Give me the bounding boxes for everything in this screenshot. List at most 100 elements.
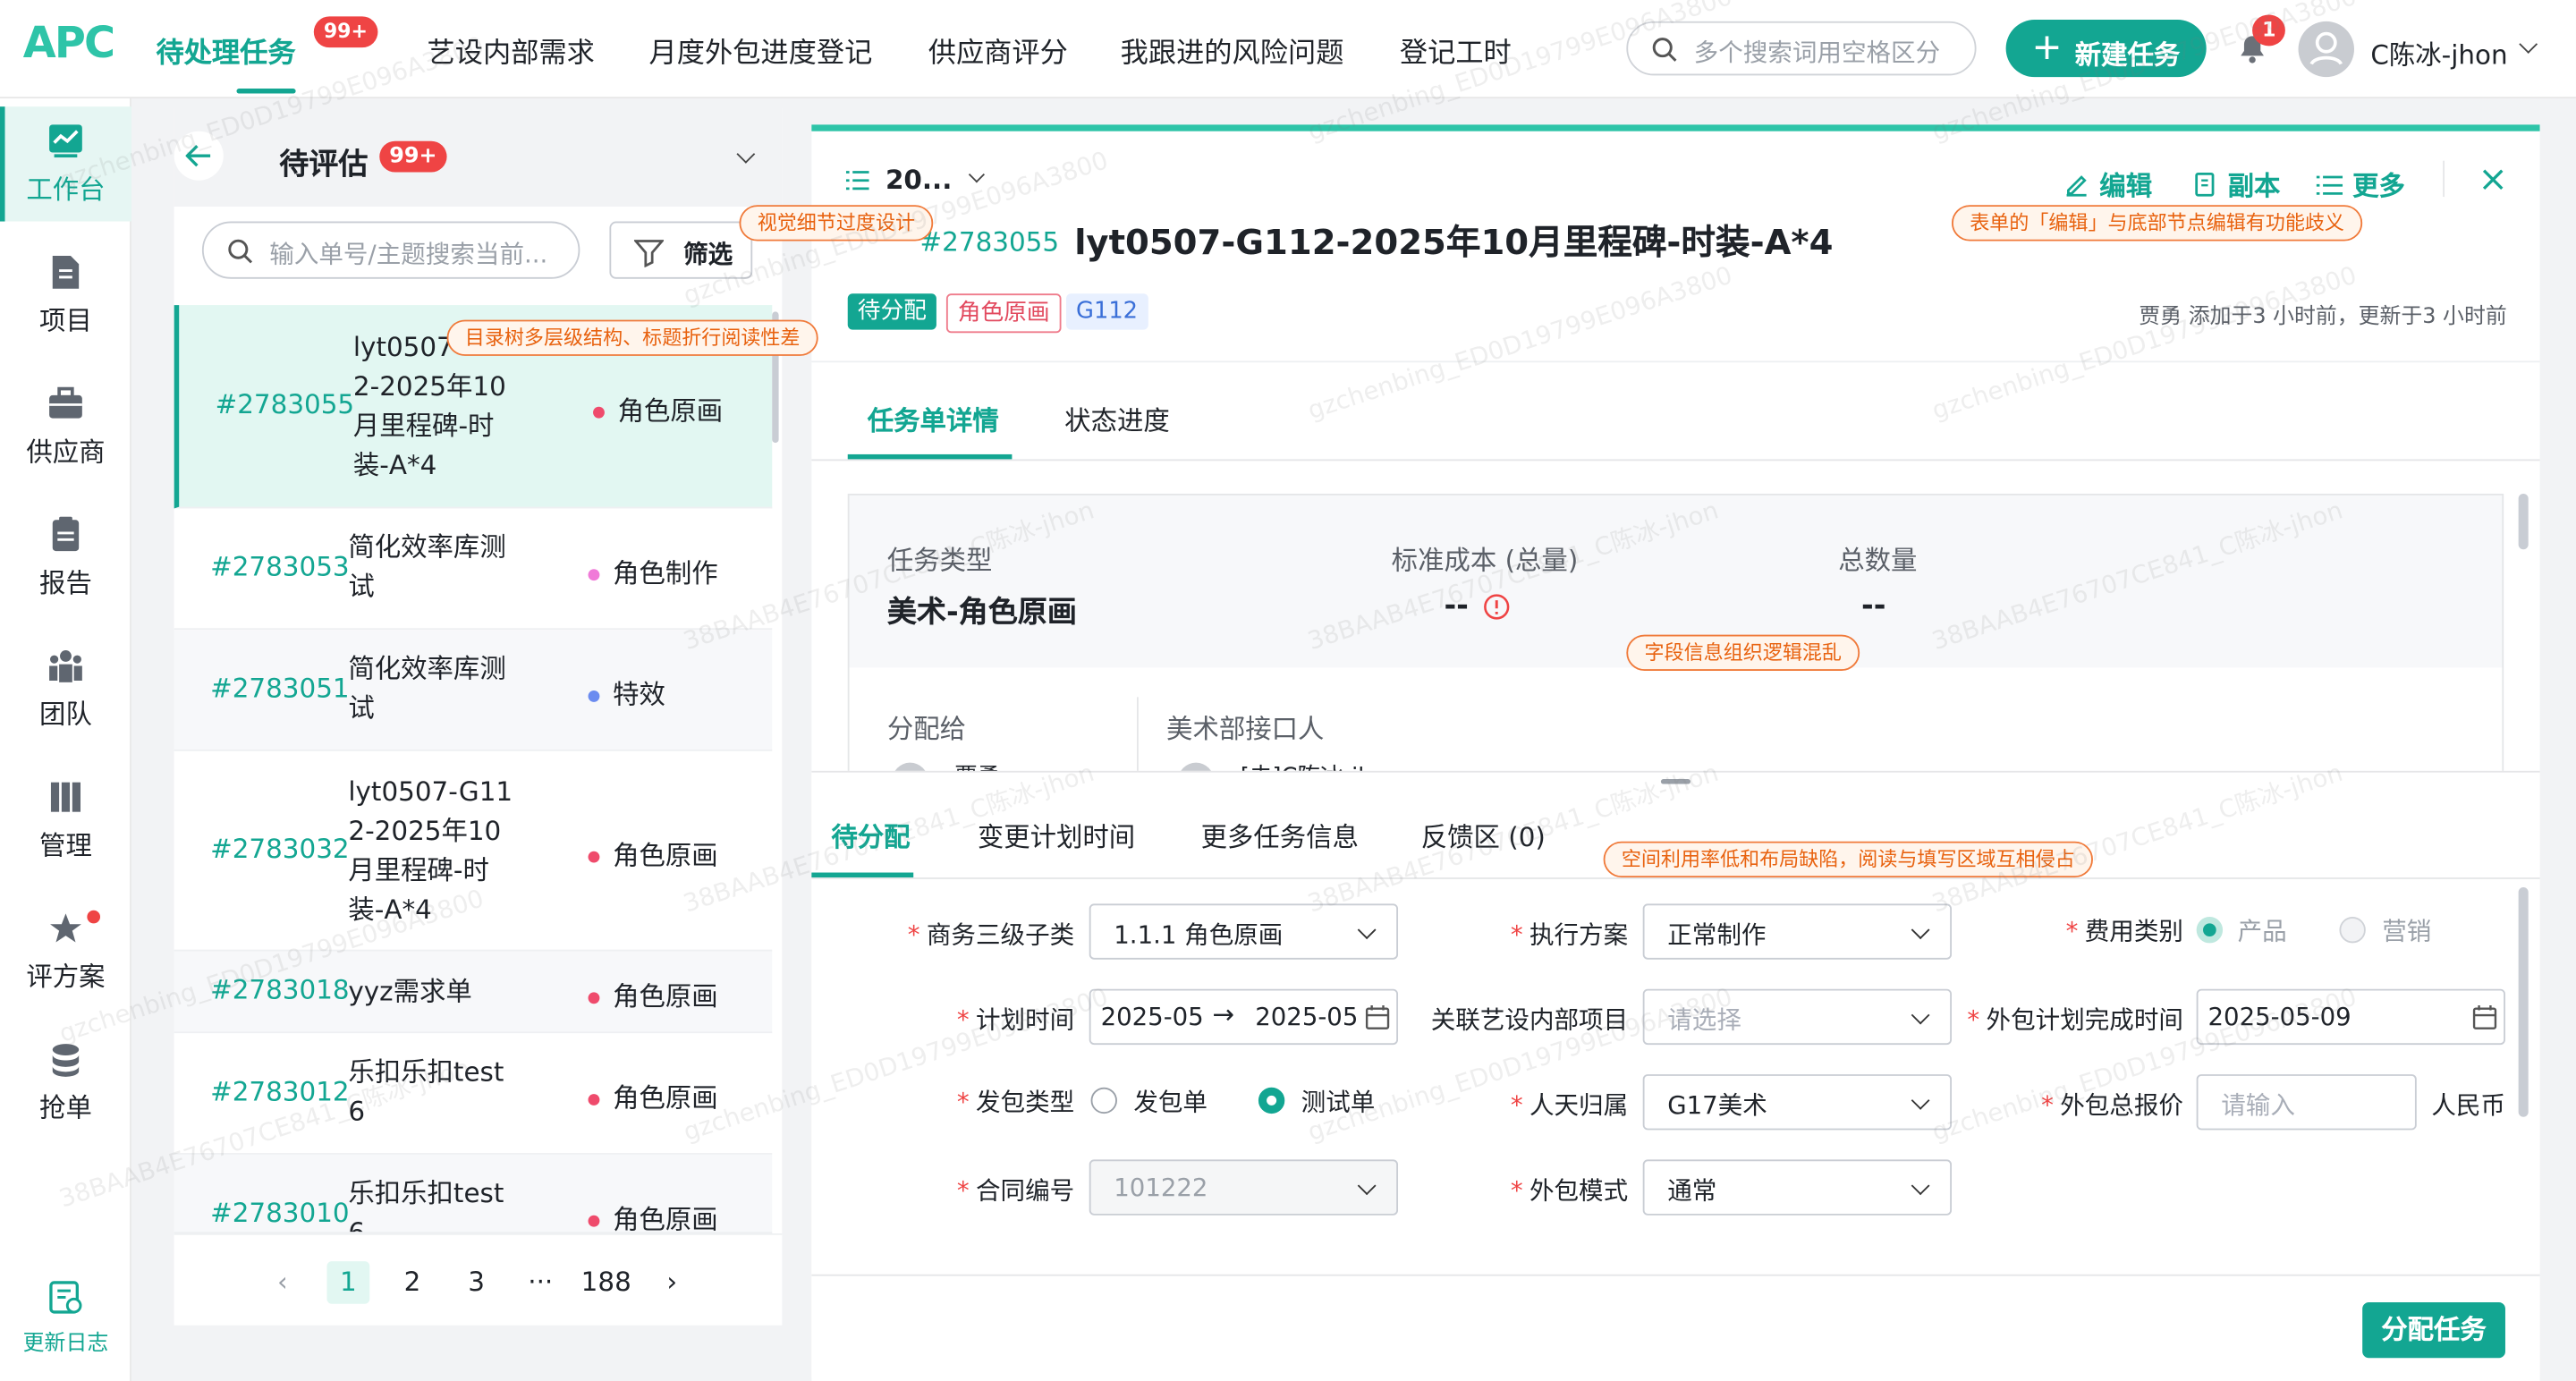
app-root: APC 待处理任务 99+ 艺设内部需求 月度外包进度登记 供应商评分 我跟进的…	[0, 0, 2576, 1381]
sidebar-item-rate-plan[interactable]: 评方案	[0, 894, 131, 1008]
task-detail-panel: 20... 编辑 副本 更多 #2783055 lyt0507-G112-202…	[811, 124, 2540, 1381]
project-select[interactable]: 请选择	[1642, 988, 1952, 1046]
plan-select[interactable]: 正常制作	[1642, 903, 1952, 960]
next-page-button[interactable]: ›	[650, 1261, 693, 1304]
sidebar-item-workbench[interactable]: 工作台	[0, 106, 131, 222]
field-label: * 外包总报价	[2041, 1090, 2183, 1121]
field-label: * 计划时间	[956, 1005, 1075, 1036]
subtab-change-plan-time[interactable]: 变更计划时间	[978, 815, 1135, 854]
filter-button[interactable]: 筛选	[609, 221, 753, 279]
list-icon	[845, 171, 869, 191]
resize-handle[interactable]	[1660, 779, 1690, 784]
quote-input[interactable]: 请输入	[2196, 1074, 2417, 1131]
chevron-down-icon	[1911, 1005, 1930, 1025]
subtab-pending-assign[interactable]: 待分配	[831, 815, 910, 854]
assign-section: 分配给 美术部接口人 贾勇 [未]C陈冰-jhon	[849, 667, 2503, 778]
page-button[interactable]: 3	[455, 1261, 498, 1304]
fee-product-radio[interactable]	[2196, 917, 2224, 944]
nav-internal-demands[interactable]: 艺设内部需求	[428, 30, 595, 71]
page-ellipsis[interactable]: ···	[519, 1261, 562, 1304]
books-icon	[50, 782, 80, 812]
subtab-more-info[interactable]: 更多任务信息	[1201, 815, 1359, 854]
sidebar-item-team[interactable]: 团队	[0, 631, 131, 746]
task-id: #2783053	[210, 551, 350, 582]
database-icon	[52, 1044, 80, 1077]
list-item[interactable]: #2783012 乐扣乐扣test 6 角色原画	[174, 1033, 773, 1155]
more-button[interactable]: 更多	[2316, 164, 2405, 203]
list-item[interactable]: #2783053 简化效率库测 试 角色制作	[174, 508, 773, 631]
nav-active-indicator	[236, 89, 296, 94]
task-title: 简化效率库测 试	[348, 652, 506, 724]
assign-task-button[interactable]: 分配任务	[2362, 1301, 2505, 1359]
list-search-input[interactable]: 输入单号/主题搜索当前...	[201, 221, 580, 279]
page-button[interactable]: 2	[391, 1261, 434, 1304]
user-icon	[2309, 31, 2343, 65]
contract-no-select[interactable]: 101222	[1089, 1159, 1399, 1216]
toolbar-divider	[2443, 160, 2445, 198]
field-label: * 人天归属	[1510, 1090, 1629, 1121]
rate-plan-dot	[87, 910, 101, 924]
global-search[interactable]: 多个搜索词用空格区分	[1626, 21, 1977, 76]
field-label: * 合同编号	[956, 1175, 1075, 1206]
day-owner-select[interactable]: G17美术	[1642, 1074, 1952, 1131]
team-icon	[49, 650, 82, 682]
sidebar-item-grab-orders[interactable]: 抢单	[0, 1025, 131, 1140]
prev-page-button[interactable]: ‹	[261, 1261, 304, 1304]
breadcrumb-chevron-icon[interactable]	[968, 166, 986, 183]
nav-pending-tasks[interactable]: 待处理任务	[156, 30, 295, 71]
sidebar-label: 抢单	[39, 1092, 92, 1124]
list-item[interactable]: #2783051 简化效率库测 试 特效	[174, 630, 773, 751]
close-icon[interactable]	[2482, 169, 2504, 191]
category-dot	[588, 851, 600, 863]
subtab-feedback[interactable]: 反馈区 (0)	[1421, 815, 1546, 854]
plan-date-range[interactable]: 2025-05 → 2025-05	[1089, 988, 1399, 1046]
list-collapse-chevron-icon[interactable]	[736, 144, 756, 164]
task-title: 乐扣乐扣test 6	[348, 1177, 504, 1233]
report-icon	[52, 516, 80, 552]
list-item[interactable]: #2783010 乐扣乐扣test 6 角色原画	[174, 1154, 773, 1233]
copy-button[interactable]: 副本	[2191, 164, 2280, 203]
page-button[interactable]: 1	[326, 1261, 370, 1304]
breadcrumb[interactable]: 20...	[886, 164, 952, 195]
tab-task-detail[interactable]: 任务单详情	[868, 399, 999, 438]
field-label: * 外包计划完成时间	[1967, 1005, 2183, 1036]
list-item[interactable]: #2783018 yyz需求单 角色原画	[174, 951, 773, 1034]
finish-date-picker[interactable]: 2025-05-09	[2196, 988, 2505, 1046]
pkg-test-radio[interactable]	[1258, 1087, 1285, 1114]
task-category: 角色原画	[588, 1076, 718, 1115]
app-logo: APC	[22, 20, 115, 70]
sidebar-item-reports[interactable]: 报告	[0, 500, 131, 614]
task-category: 角色原画	[588, 834, 718, 873]
page-button[interactable]: 188	[579, 1261, 634, 1304]
mode-select[interactable]: 通常	[1642, 1159, 1952, 1216]
sidebar-item-suppliers[interactable]: 供应商	[0, 369, 131, 484]
user-name[interactable]: C陈冰-jhon	[2370, 33, 2507, 72]
info-icon[interactable]	[1484, 594, 1510, 620]
avatar[interactable]	[2298, 21, 2354, 78]
nav-monthly-progress[interactable]: 月度外包进度登记	[648, 30, 872, 71]
new-task-label: 新建任务	[2074, 39, 2181, 71]
sidebar-item-changelog[interactable]: 更新日志	[0, 1267, 131, 1365]
task-title: 简化效率库测 试	[348, 531, 506, 602]
user-menu-chevron-icon[interactable]	[2519, 35, 2538, 54]
nav-my-risks[interactable]: 我跟进的风险问题	[1121, 30, 1344, 71]
back-button[interactable]	[174, 131, 224, 181]
subcategory-select[interactable]: 1.1.1 角色原画	[1089, 903, 1399, 960]
tab-status-progress[interactable]: 状态进度	[1064, 399, 1170, 438]
radio-label: 产品	[2237, 917, 2287, 947]
new-task-button[interactable]: 新建任务	[2005, 20, 2207, 78]
sidebar-item-manage[interactable]: 管理	[0, 763, 131, 877]
list-item[interactable]: #2783032 lyt0507-G11 2-2025年10 月里程碑-时 装-…	[174, 750, 773, 952]
pkg-order-radio[interactable]	[1090, 1087, 1117, 1114]
category-dot	[588, 992, 600, 1004]
annotation-edit-ambiguity: 表单的「编辑」与底部节点编辑有功能歧义	[1951, 205, 2363, 241]
fee-marketing-radio[interactable]	[2339, 917, 2366, 944]
form-scrollbar[interactable]	[2518, 887, 2529, 1117]
nav-log-hours[interactable]: 登记工时	[1400, 30, 1512, 71]
info-scrollbar[interactable]	[2518, 493, 2529, 550]
sidebar-item-projects[interactable]: 项目	[0, 238, 131, 352]
nav-supplier-rating[interactable]: 供应商评分	[928, 30, 1068, 71]
annotation-visual-detail: 视觉细节过度设计	[739, 205, 934, 241]
list-search-placeholder: 输入单号/主题搜索当前...	[269, 239, 548, 269]
edit-button[interactable]: 编辑	[2063, 164, 2152, 203]
